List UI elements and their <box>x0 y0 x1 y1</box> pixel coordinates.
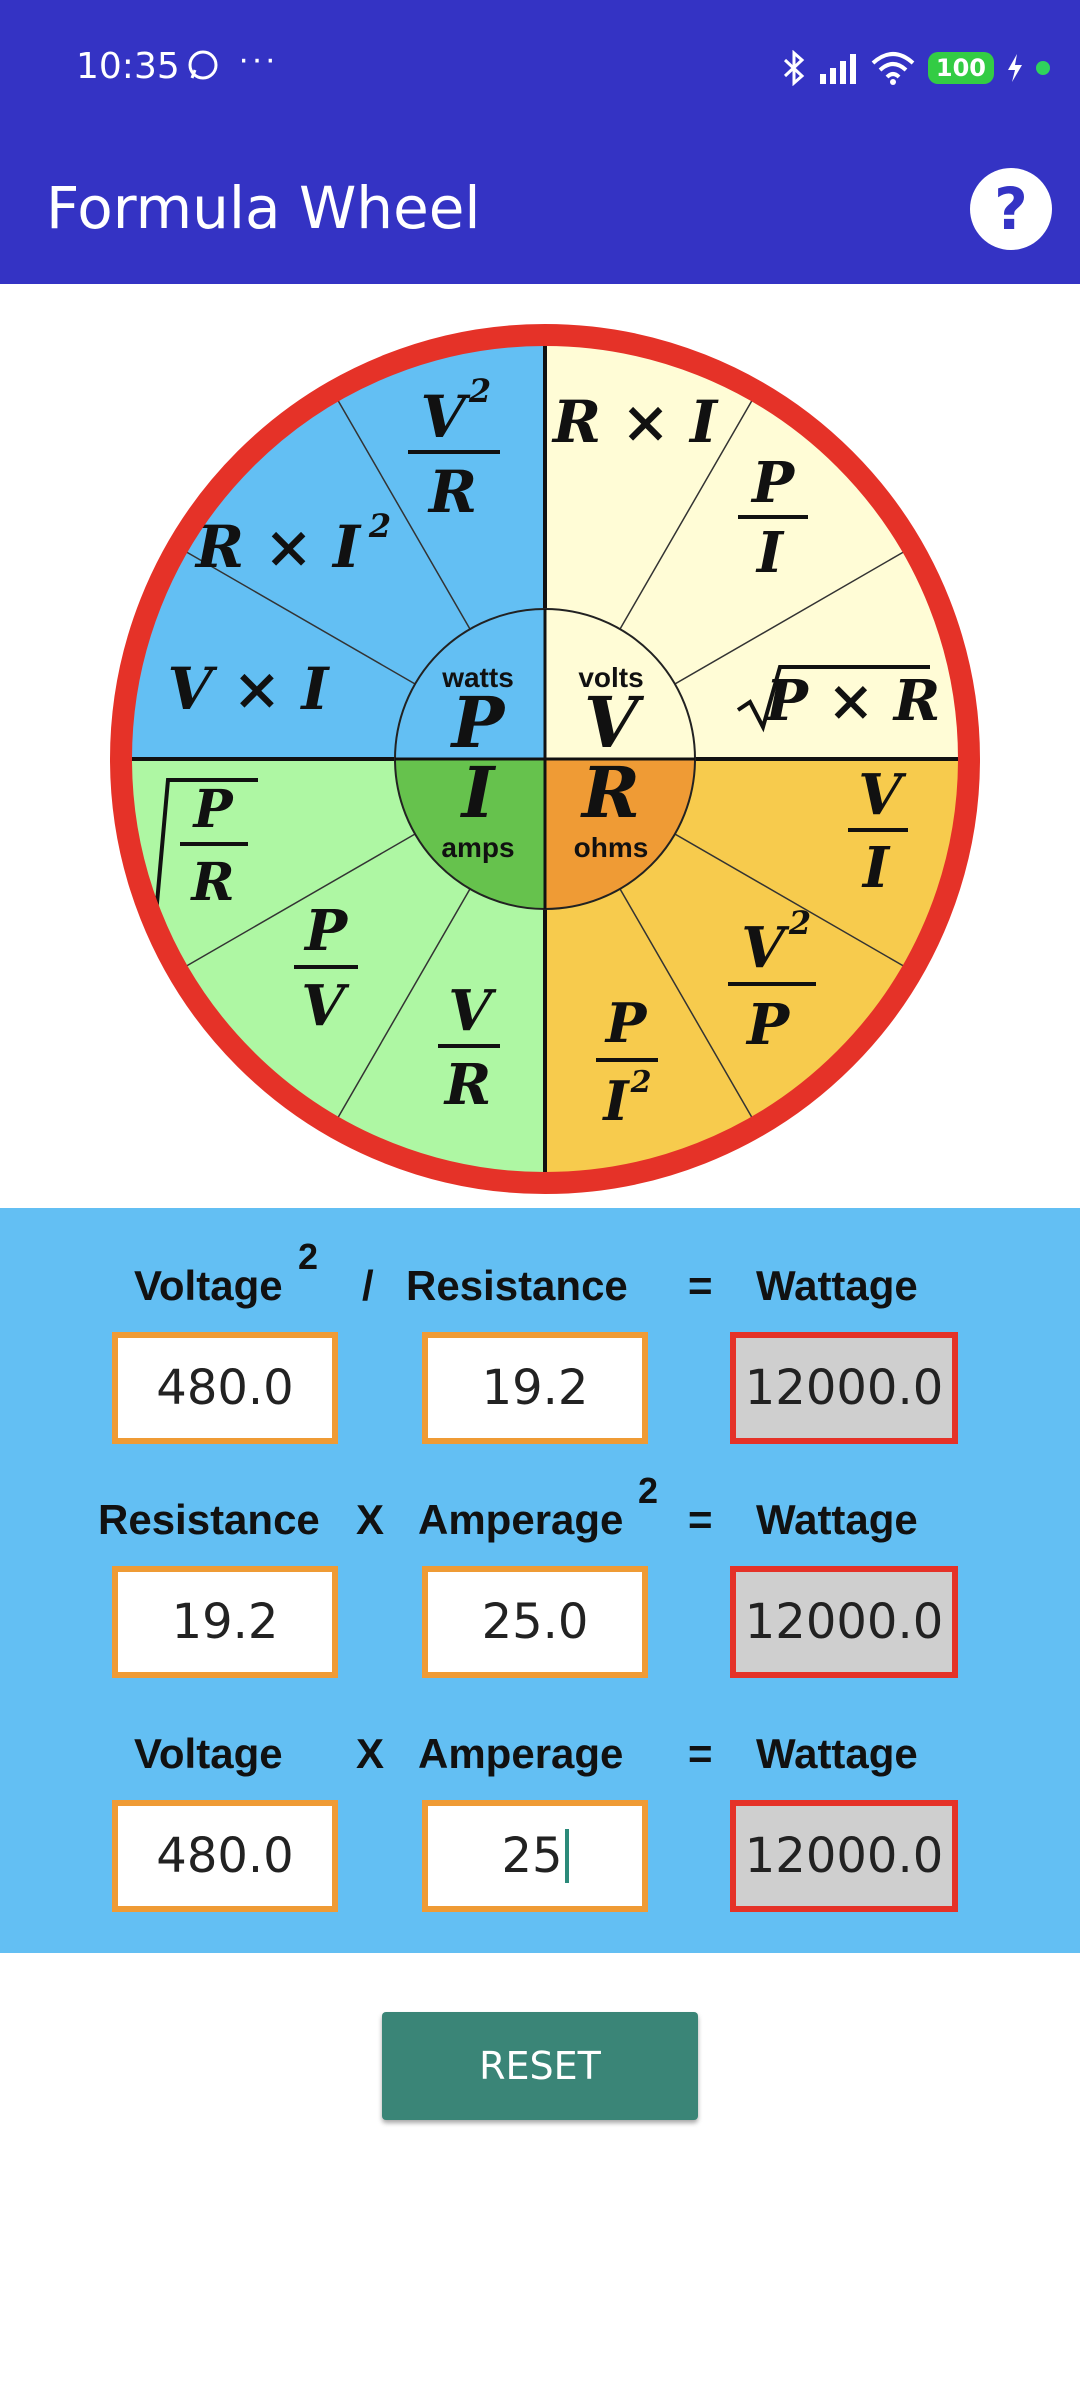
formula-v-over-r: V R <box>438 978 500 1118</box>
bluetooth-icon <box>783 50 805 86</box>
row1-equals: = <box>688 1262 713 1309</box>
app-bar: Formula Wheel ? <box>0 136 1080 284</box>
svg-text:R × I: R × I <box>194 513 362 581</box>
svg-text:I: I <box>861 835 891 901</box>
row2-equals: = <box>688 1496 713 1543</box>
row1-resistance-input[interactable]: 19.2 <box>422 1332 648 1444</box>
row1-label-resistance: Resistance <box>406 1262 628 1309</box>
wifi-icon <box>871 52 915 85</box>
row1-voltage-input[interactable]: 480.0 <box>112 1332 338 1444</box>
row3-wattage-output: 12000.0 <box>730 1800 958 1912</box>
row1-label-voltage-exp: 2 <box>298 1236 319 1277</box>
row1-label-voltage: Voltage <box>134 1262 283 1309</box>
row1-wattage-output: 12000.0 <box>730 1332 958 1444</box>
more-notifications-icon: ··· <box>238 40 278 78</box>
row3-equals: = <box>688 1730 713 1777</box>
row3-amperage-input[interactable]: 25 <box>422 1800 648 1912</box>
svg-text:R: R <box>443 1052 492 1118</box>
svg-text:P: P <box>303 898 349 964</box>
row3-voltage-input[interactable]: 480.0 <box>112 1800 338 1912</box>
svg-text:P × R: P × R <box>764 668 941 734</box>
row2-operator: X <box>356 1496 385 1543</box>
svg-text:R: R <box>427 458 477 526</box>
svg-text:V: V <box>301 973 350 1039</box>
svg-text:2: 2 <box>368 507 391 545</box>
status-time: 10:35 <box>76 46 180 87</box>
amps-label: amps <box>441 832 514 863</box>
privacy-dot-icon <box>1036 61 1050 75</box>
row2-label-wattage: Wattage <box>756 1496 918 1543</box>
row1-operator: / <box>362 1262 374 1309</box>
signal-icon <box>819 54 856 84</box>
reset-button[interactable]: RESET <box>382 2012 698 2120</box>
battery-indicator: 100 <box>927 52 994 84</box>
svg-text:I: I <box>601 1069 630 1133</box>
ohms-label: ohms <box>574 832 649 863</box>
svg-text:2: 2 <box>788 904 811 942</box>
svg-text:P: P <box>750 450 796 516</box>
row2-label-amperage-exp: 2 <box>638 1470 659 1511</box>
center-R: R <box>580 751 640 834</box>
row2-wattage-output: 12000.0 <box>730 1566 958 1678</box>
svg-text:2: 2 <box>630 1065 652 1100</box>
row2-resistance-input[interactable]: 19.2 <box>112 1566 338 1678</box>
row1-label-wattage: Wattage <box>756 1262 918 1309</box>
row2-label-amperage: Amperage <box>418 1496 624 1543</box>
svg-text:V: V <box>448 978 497 1044</box>
svg-text:I: I <box>755 520 785 586</box>
svg-text:P: P <box>745 992 791 1058</box>
row3-operator: X <box>356 1730 385 1777</box>
row3-label-amperage: Amperage <box>418 1730 624 1777</box>
help-button[interactable]: ? <box>970 168 1052 250</box>
row3-label-voltage: Voltage <box>134 1730 283 1777</box>
calculator-panel: Voltage 2 / Resistance = Wattage 480.0 1… <box>0 1208 1080 1953</box>
svg-text:2: 2 <box>468 372 491 410</box>
row3-label-wattage: Wattage <box>756 1730 918 1777</box>
svg-text:V: V <box>420 383 470 451</box>
app-title: Formula Wheel <box>46 174 481 242</box>
row2-amperage-input[interactable]: 25.0 <box>422 1566 648 1678</box>
formula-v-times-i: V × I <box>167 655 330 723</box>
svg-text:V: V <box>858 762 907 828</box>
status-icons: 100 <box>782 48 1050 88</box>
center-I: I <box>460 751 497 834</box>
text-cursor <box>564 1829 569 1883</box>
formula-r-times-i: R × I <box>551 388 719 456</box>
svg-text:P: P <box>191 779 234 840</box>
whatsapp-icon <box>188 50 218 80</box>
status-bar: 10:35 ··· 100 <box>0 0 1080 136</box>
svg-text:P: P <box>604 991 648 1055</box>
charging-icon <box>1008 54 1022 82</box>
svg-text:V: V <box>741 915 790 981</box>
row2-label-resistance: Resistance <box>98 1496 320 1543</box>
svg-text:R: R <box>189 852 234 913</box>
row3-amperage-value: 25 <box>501 1828 563 1884</box>
formula-wheel: .ft { font-family:"DejaVu Serif", serif;… <box>110 324 980 1194</box>
formula-sqrt-p-times-r: P × R <box>736 665 941 734</box>
